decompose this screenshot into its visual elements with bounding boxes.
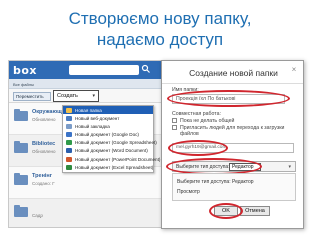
file-meta: Садр [32, 213, 43, 218]
menu-item-label: Новый документ (Google Spreadsheet) [75, 140, 157, 146]
box-topbar: box [9, 61, 169, 79]
create-button[interactable]: Создать ▾ [53, 90, 99, 102]
slide-title: Створюємо нову папку, надаємо доступ [0, 8, 320, 50]
cancel-button[interactable]: Отмена [240, 206, 270, 216]
create-button-label: Создать [57, 93, 78, 99]
menu-item-google-doc[interactable]: Новый документ (Google Doc) [63, 131, 153, 139]
dont-share-label: Пока не делать общей [180, 118, 235, 124]
search-input[interactable] [69, 65, 139, 75]
highlight-annotation [209, 203, 243, 219]
invite-people-label: Пригласить людей для перехода к загрузки… [180, 125, 285, 137]
collaboration-label: Совместная работа: [172, 111, 221, 117]
chevron-down-icon: ▾ [92, 93, 95, 99]
breadcrumb[interactable]: Все файлы [9, 79, 169, 89]
menu-item-label: Новый веб-документ [75, 115, 120, 121]
google-doc-icon [66, 132, 72, 138]
dont-share-radio[interactable] [172, 118, 177, 123]
divider [162, 83, 303, 84]
file-name[interactable]: Тренінг [32, 173, 52, 179]
new-folder-dialog: Создание новой папки × Имя папки: Проекц… [161, 60, 304, 229]
menu-item-label: Новый документ (Word Document) [75, 148, 148, 154]
access-option-viewer[interactable]: Просмотр [177, 189, 200, 195]
create-dropdown-menu: Новая папка Новый веб-документ Новый зак… [62, 105, 160, 173]
dialog-title: Создание новой папки [189, 68, 278, 78]
menu-item-label: Новый закладка [75, 123, 110, 129]
google-spreadsheet-icon [66, 140, 72, 146]
folder-icon [14, 205, 28, 217]
word-document-icon [66, 148, 72, 154]
chevron-down-icon: ▾ [288, 164, 291, 170]
highlight-annotation [167, 90, 290, 107]
folder-icon [66, 107, 72, 113]
list-item[interactable]: Садр [9, 199, 169, 227]
menu-item-label: Новая папка [75, 107, 102, 113]
slide-title-line-2: надаємо доступ [96, 30, 224, 49]
menu-item-powerpoint-document[interactable]: Новый документ (PowerPoint Document) [63, 155, 160, 163]
file-meta: Обновлено [32, 149, 56, 154]
web-document-icon [66, 115, 72, 121]
file-name[interactable]: Bibliotec [32, 141, 55, 147]
menu-item-excel-spreadsheet[interactable]: Новый документ (Excel Spreadsheet) [63, 163, 153, 171]
invite-people-radio[interactable] [172, 125, 177, 130]
box-logo[interactable]: box [13, 64, 37, 77]
menu-item-word-document[interactable]: Новый документ (Word Document) [63, 147, 153, 155]
folder-icon [14, 109, 28, 121]
search-icon[interactable] [141, 64, 151, 74]
folder-icon [14, 141, 28, 153]
menu-item-new-web-document[interactable]: Новый веб-документ [63, 114, 153, 122]
close-icon[interactable]: × [290, 66, 298, 74]
menu-item-new-bookmark[interactable]: Новый закладка [63, 122, 153, 130]
menu-item-label: Новый документ (Excel Spreadsheet) [75, 164, 154, 170]
menu-item-label: Новый документ (PowerPoint Document) [75, 156, 161, 162]
box-toolbar: Переместить Создать ▾ [9, 89, 169, 103]
bookmark-icon [66, 123, 72, 129]
access-option-editor[interactable]: Выберите тип доступа: Редактор [177, 179, 254, 185]
menu-item-new-folder[interactable]: Новая папка [63, 106, 153, 115]
file-name[interactable]: Окружающ [32, 109, 62, 115]
highlight-annotation [168, 140, 228, 156]
access-options-list: Выберите тип доступа: Редактор Просмотр [172, 173, 296, 201]
excel-spreadsheet-icon [66, 164, 72, 170]
box-file-browser: box Все файлы Переместить Создать ▾ Окру… [8, 60, 170, 228]
menu-item-label: Новый документ (Google Doc) [75, 132, 139, 138]
folder-icon [14, 173, 28, 185]
powerpoint-document-icon [66, 156, 72, 162]
file-meta: Создано: Г [32, 181, 55, 186]
file-meta: Обновлено [32, 117, 56, 122]
menu-item-google-spreadsheet[interactable]: Новый документ (Google Spreadsheet) [63, 139, 157, 147]
move-button[interactable]: Переместить [13, 92, 51, 101]
slide-title-line-1: Створюємо нову папку, [68, 9, 252, 28]
